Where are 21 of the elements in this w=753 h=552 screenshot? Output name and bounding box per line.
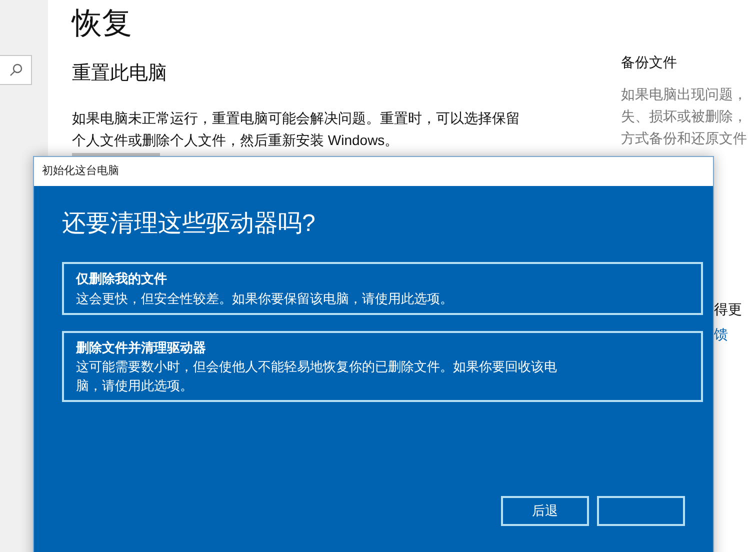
feedback-link[interactable]: 馈 xyxy=(714,324,747,345)
side-text: 如果电脑出现问题， xyxy=(621,85,747,104)
option-button[interactable]: 仅删除我的文件 这会更快，但安全性较差。如果你要保留该电脑，请使用此选项。 xyxy=(62,262,703,314)
option-button[interactable]: 删除文件并清理驱动器 这可能需要数小时，但会使他人不能轻易地恢复你的已删除文件。如果你要回收该电脑，请使用此选项。 xyxy=(62,330,703,402)
search-field[interactable] xyxy=(0,55,32,85)
side-text: 方式备份和还原文件 xyxy=(621,129,747,148)
side-text: 失、损坏或被删除， xyxy=(621,107,747,126)
section-title: 重置此电脑 xyxy=(72,62,168,86)
option-title: 删除文件并清理驱动器 xyxy=(76,338,207,356)
option-title: 仅删除我的文件 xyxy=(76,270,168,288)
dialog-heading: 还要清理这些驱动器吗? xyxy=(62,209,316,239)
back-button[interactable]: 后退 xyxy=(501,496,589,526)
description: 如果电脑未正常运行，重置电脑可能会解决问题。重置时，可以选择保留个人文件或删除个人文件，然后重新安装 Windows。 xyxy=(72,108,521,150)
search-icon xyxy=(8,63,22,77)
option-description: 这可能需要数小时，但会使他人不能轻易地恢复你的已删除文件。如果你要回收该电脑，请使用此选项。 xyxy=(76,358,558,395)
dialog-title: 初始化这台电脑 xyxy=(42,164,119,180)
side-title: 备份文件 xyxy=(621,53,678,72)
dialog-button[interactable] xyxy=(597,496,685,526)
option-description: 这会更快，但安全性较差。如果你要保留该电脑，请使用此选项。 xyxy=(76,290,454,308)
side-text: 得更 xyxy=(714,300,743,319)
page-title: 恢复 xyxy=(72,6,133,42)
